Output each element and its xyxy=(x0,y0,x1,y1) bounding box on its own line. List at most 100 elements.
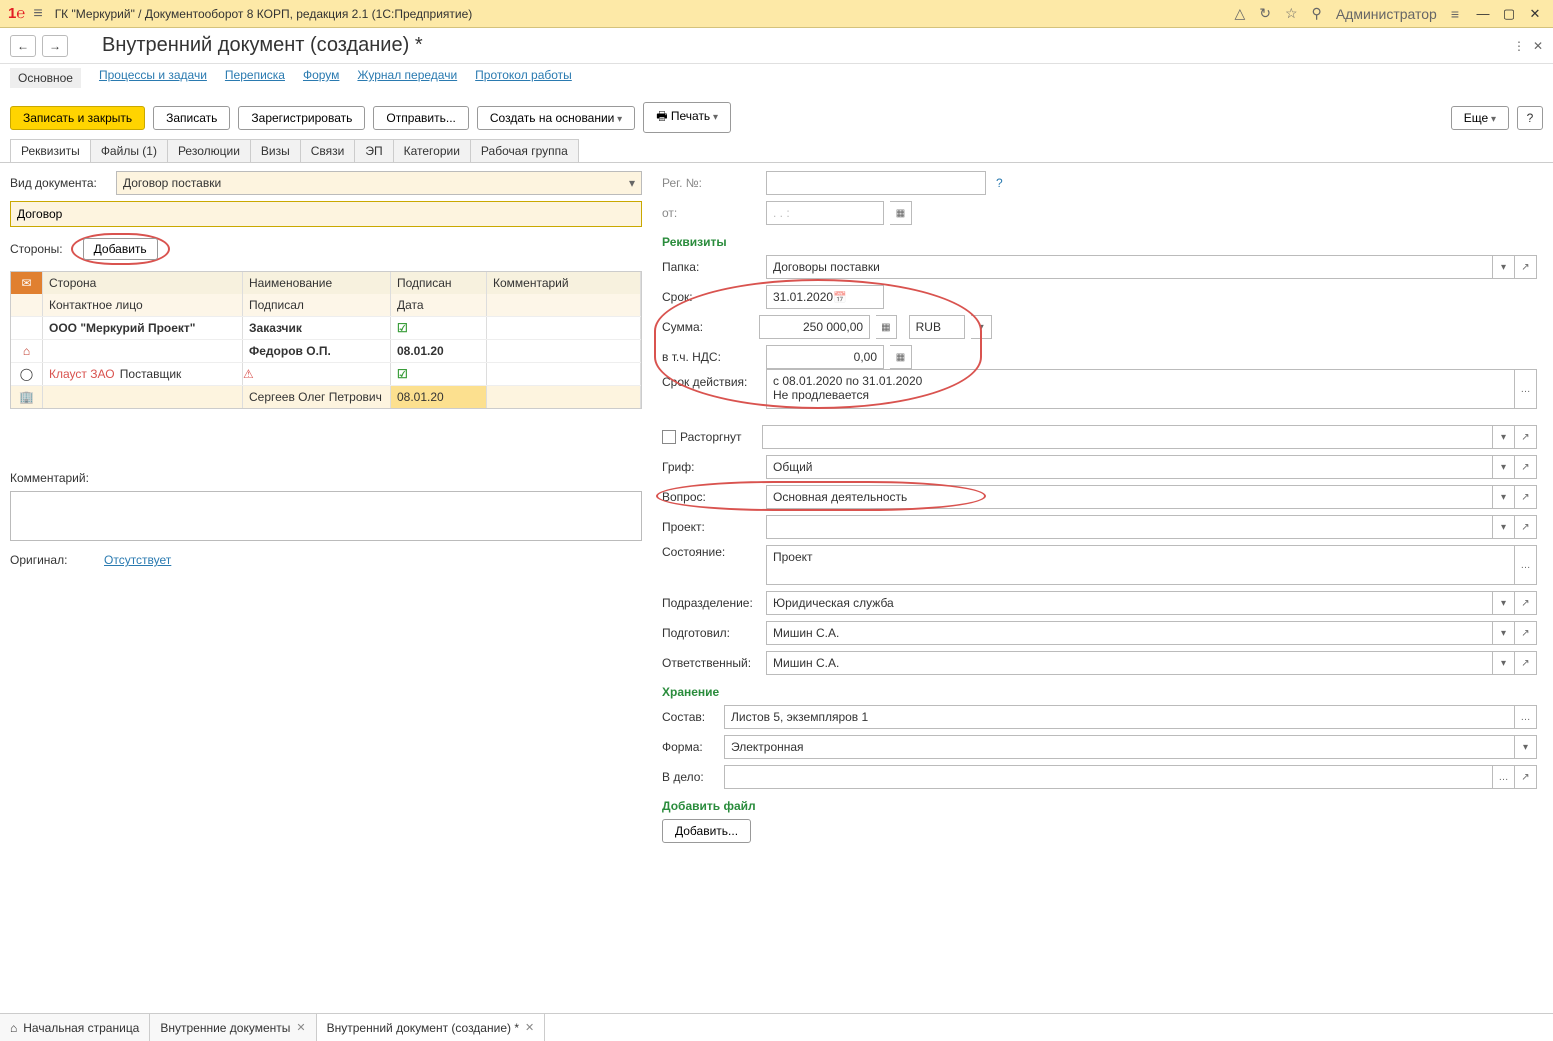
nav-journal[interactable]: Журнал передачи xyxy=(357,68,457,88)
table-row[interactable]: ООО "Меркурий Проект" Заказчик ☑ xyxy=(11,316,641,339)
more-button[interactable]: Еще xyxy=(1451,106,1509,130)
chevron-down-icon[interactable]: ▾ xyxy=(1493,255,1515,279)
chevron-down-icon[interactable]: ▾ xyxy=(629,176,635,190)
table-row[interactable]: 🏢 Сергеев Олег Петрович 08.01.20 xyxy=(11,385,641,408)
prepared-input[interactable]: Мишин С.А. xyxy=(766,621,1493,645)
chevron-down-icon[interactable]: ▾ xyxy=(1493,591,1515,615)
open-icon[interactable]: ↗ xyxy=(1515,425,1537,449)
open-icon[interactable]: ↗ xyxy=(1515,485,1537,509)
terminated-input[interactable] xyxy=(762,425,1494,449)
calendar-icon[interactable]: ▦ xyxy=(890,201,912,225)
open-icon[interactable]: ↗ xyxy=(1515,621,1537,645)
history-icon[interactable]: ↻ xyxy=(1259,5,1271,22)
tab-visas[interactable]: Визы xyxy=(250,139,301,162)
calculator-icon[interactable]: ▦ xyxy=(890,345,912,369)
tab-links[interactable]: Связи xyxy=(300,139,356,162)
folder-input[interactable]: Договоры поставки xyxy=(766,255,1493,279)
comment-input[interactable] xyxy=(10,491,642,541)
open-icon[interactable]: ↗ xyxy=(1515,765,1537,789)
project-input[interactable] xyxy=(766,515,1493,539)
status-input[interactable]: Проект xyxy=(766,545,1515,585)
help-icon[interactable]: ? xyxy=(996,176,1003,190)
content-input[interactable]: Листов 5, экземпляров 1 xyxy=(724,705,1515,729)
print-button[interactable]: 🖶 Печать xyxy=(643,102,731,133)
nav-correspondence[interactable]: Переписка xyxy=(225,68,285,88)
create-based-button[interactable]: Создать на основании xyxy=(477,106,635,130)
original-link[interactable]: Отсутствует xyxy=(104,553,171,567)
open-icon[interactable]: ↗ xyxy=(1515,455,1537,479)
forward-button[interactable]: → xyxy=(42,35,68,57)
open-icon[interactable]: ↗ xyxy=(1515,651,1537,675)
table-row[interactable]: ◯ Клауст ЗАО ⚠Поставщик ☑ xyxy=(11,362,641,385)
menu-icon[interactable]: ≡ xyxy=(33,5,42,23)
register-button[interactable]: Зарегистрировать xyxy=(238,106,365,130)
page-close-icon[interactable]: ✕ xyxy=(1533,39,1543,53)
doc-name-input[interactable] xyxy=(10,201,642,227)
send-button[interactable]: Отправить... xyxy=(373,106,469,130)
tab-group[interactable]: Рабочая группа xyxy=(470,139,579,162)
open-icon[interactable]: ↗ xyxy=(1515,515,1537,539)
chevron-down-icon[interactable]: ▾ xyxy=(1493,651,1515,675)
sum-input[interactable]: 250 000,00 xyxy=(759,315,870,339)
table-row[interactable]: ⌂ Федоров О.П. 08.01.20 xyxy=(11,339,641,362)
nav-processes[interactable]: Процессы и задачи xyxy=(99,68,207,88)
chevron-down-icon[interactable]: ▾ xyxy=(1515,735,1537,759)
reg-no-input[interactable] xyxy=(766,171,986,195)
save-close-button[interactable]: Записать и закрыть xyxy=(10,106,145,130)
task-home[interactable]: ⌂Начальная страница xyxy=(0,1014,150,1041)
from-date-input[interactable]: . . : xyxy=(766,201,884,225)
task-tab-1[interactable]: Внутренние документы✕ xyxy=(150,1014,316,1041)
tab-resolutions[interactable]: Резолюции xyxy=(167,139,251,162)
task-tab-2[interactable]: Внутренний документ (создание) *✕ xyxy=(317,1014,546,1041)
form-input[interactable]: Электронная xyxy=(724,735,1515,759)
search-icon[interactable]: ⚲ xyxy=(1312,5,1322,22)
add-side-button[interactable]: Добавить xyxy=(83,238,158,260)
settings-icon[interactable]: ≡ xyxy=(1451,6,1459,22)
tab-ep[interactable]: ЭП xyxy=(354,139,393,162)
tab-categories[interactable]: Категории xyxy=(393,139,471,162)
vat-input[interactable]: 0,00 xyxy=(766,345,884,369)
open-icon[interactable]: ↗ xyxy=(1515,255,1537,279)
chevron-down-icon[interactable]: ▾ xyxy=(1493,455,1515,479)
save-button[interactable]: Записать xyxy=(153,106,230,130)
kebab-icon[interactable]: ⋮ xyxy=(1513,39,1525,53)
help-button[interactable]: ? xyxy=(1517,106,1543,130)
chevron-down-icon[interactable]: ▾ xyxy=(1493,515,1515,539)
tab-details[interactable]: Реквизиты xyxy=(10,139,91,162)
add-side-highlight: Добавить xyxy=(71,233,170,265)
currency-input[interactable]: RUB xyxy=(909,315,966,339)
nav-forum[interactable]: Форум xyxy=(303,68,339,88)
terminated-checkbox[interactable] xyxy=(662,430,676,444)
chevron-down-icon[interactable]: ▾ xyxy=(1493,621,1515,645)
tab-files[interactable]: Файлы (1) xyxy=(90,139,168,162)
grif-input[interactable]: Общий xyxy=(766,455,1493,479)
calendar-icon[interactable] xyxy=(833,290,847,304)
term-input[interactable]: 31.01.2020 xyxy=(766,285,884,309)
ellipsis-icon[interactable]: … xyxy=(1493,765,1515,789)
close-icon[interactable]: ✕ xyxy=(525,1021,534,1034)
question-input[interactable]: Основная деятельность xyxy=(766,485,1493,509)
close-icon[interactable]: ✕ xyxy=(1525,6,1545,22)
ellipsis-icon[interactable]: … xyxy=(1515,369,1537,409)
doc-type-field[interactable]: Договор поставки▾ xyxy=(116,171,642,195)
dept-input[interactable]: Юридическая служба xyxy=(766,591,1493,615)
nav-protocol[interactable]: Протокол работы xyxy=(475,68,572,88)
bell-icon[interactable]: △ xyxy=(1234,5,1245,22)
minimize-icon[interactable]: — xyxy=(1473,6,1493,22)
close-icon[interactable]: ✕ xyxy=(296,1021,305,1034)
open-icon[interactable]: ↗ xyxy=(1515,591,1537,615)
chevron-down-icon[interactable]: ▾ xyxy=(1493,425,1515,449)
maximize-icon[interactable]: ▢ xyxy=(1499,6,1519,22)
add-file-button[interactable]: Добавить... xyxy=(662,819,751,843)
chevron-down-icon[interactable]: ▾ xyxy=(1493,485,1515,509)
back-button[interactable]: ← xyxy=(10,35,36,57)
responsible-input[interactable]: Мишин С.А. xyxy=(766,651,1493,675)
ellipsis-icon[interactable]: … xyxy=(1515,705,1537,729)
case-input[interactable] xyxy=(724,765,1493,789)
chevron-down-icon[interactable]: ▾ xyxy=(971,315,992,339)
ellipsis-icon[interactable]: … xyxy=(1515,545,1537,585)
star-icon[interactable]: ☆ xyxy=(1285,5,1298,22)
calculator-icon[interactable]: ▦ xyxy=(876,315,897,339)
right-pane: Рег. №: ? от: . . : ▦ Реквизиты Папка: Д… xyxy=(662,171,1543,854)
nav-main[interactable]: Основное xyxy=(10,68,81,88)
